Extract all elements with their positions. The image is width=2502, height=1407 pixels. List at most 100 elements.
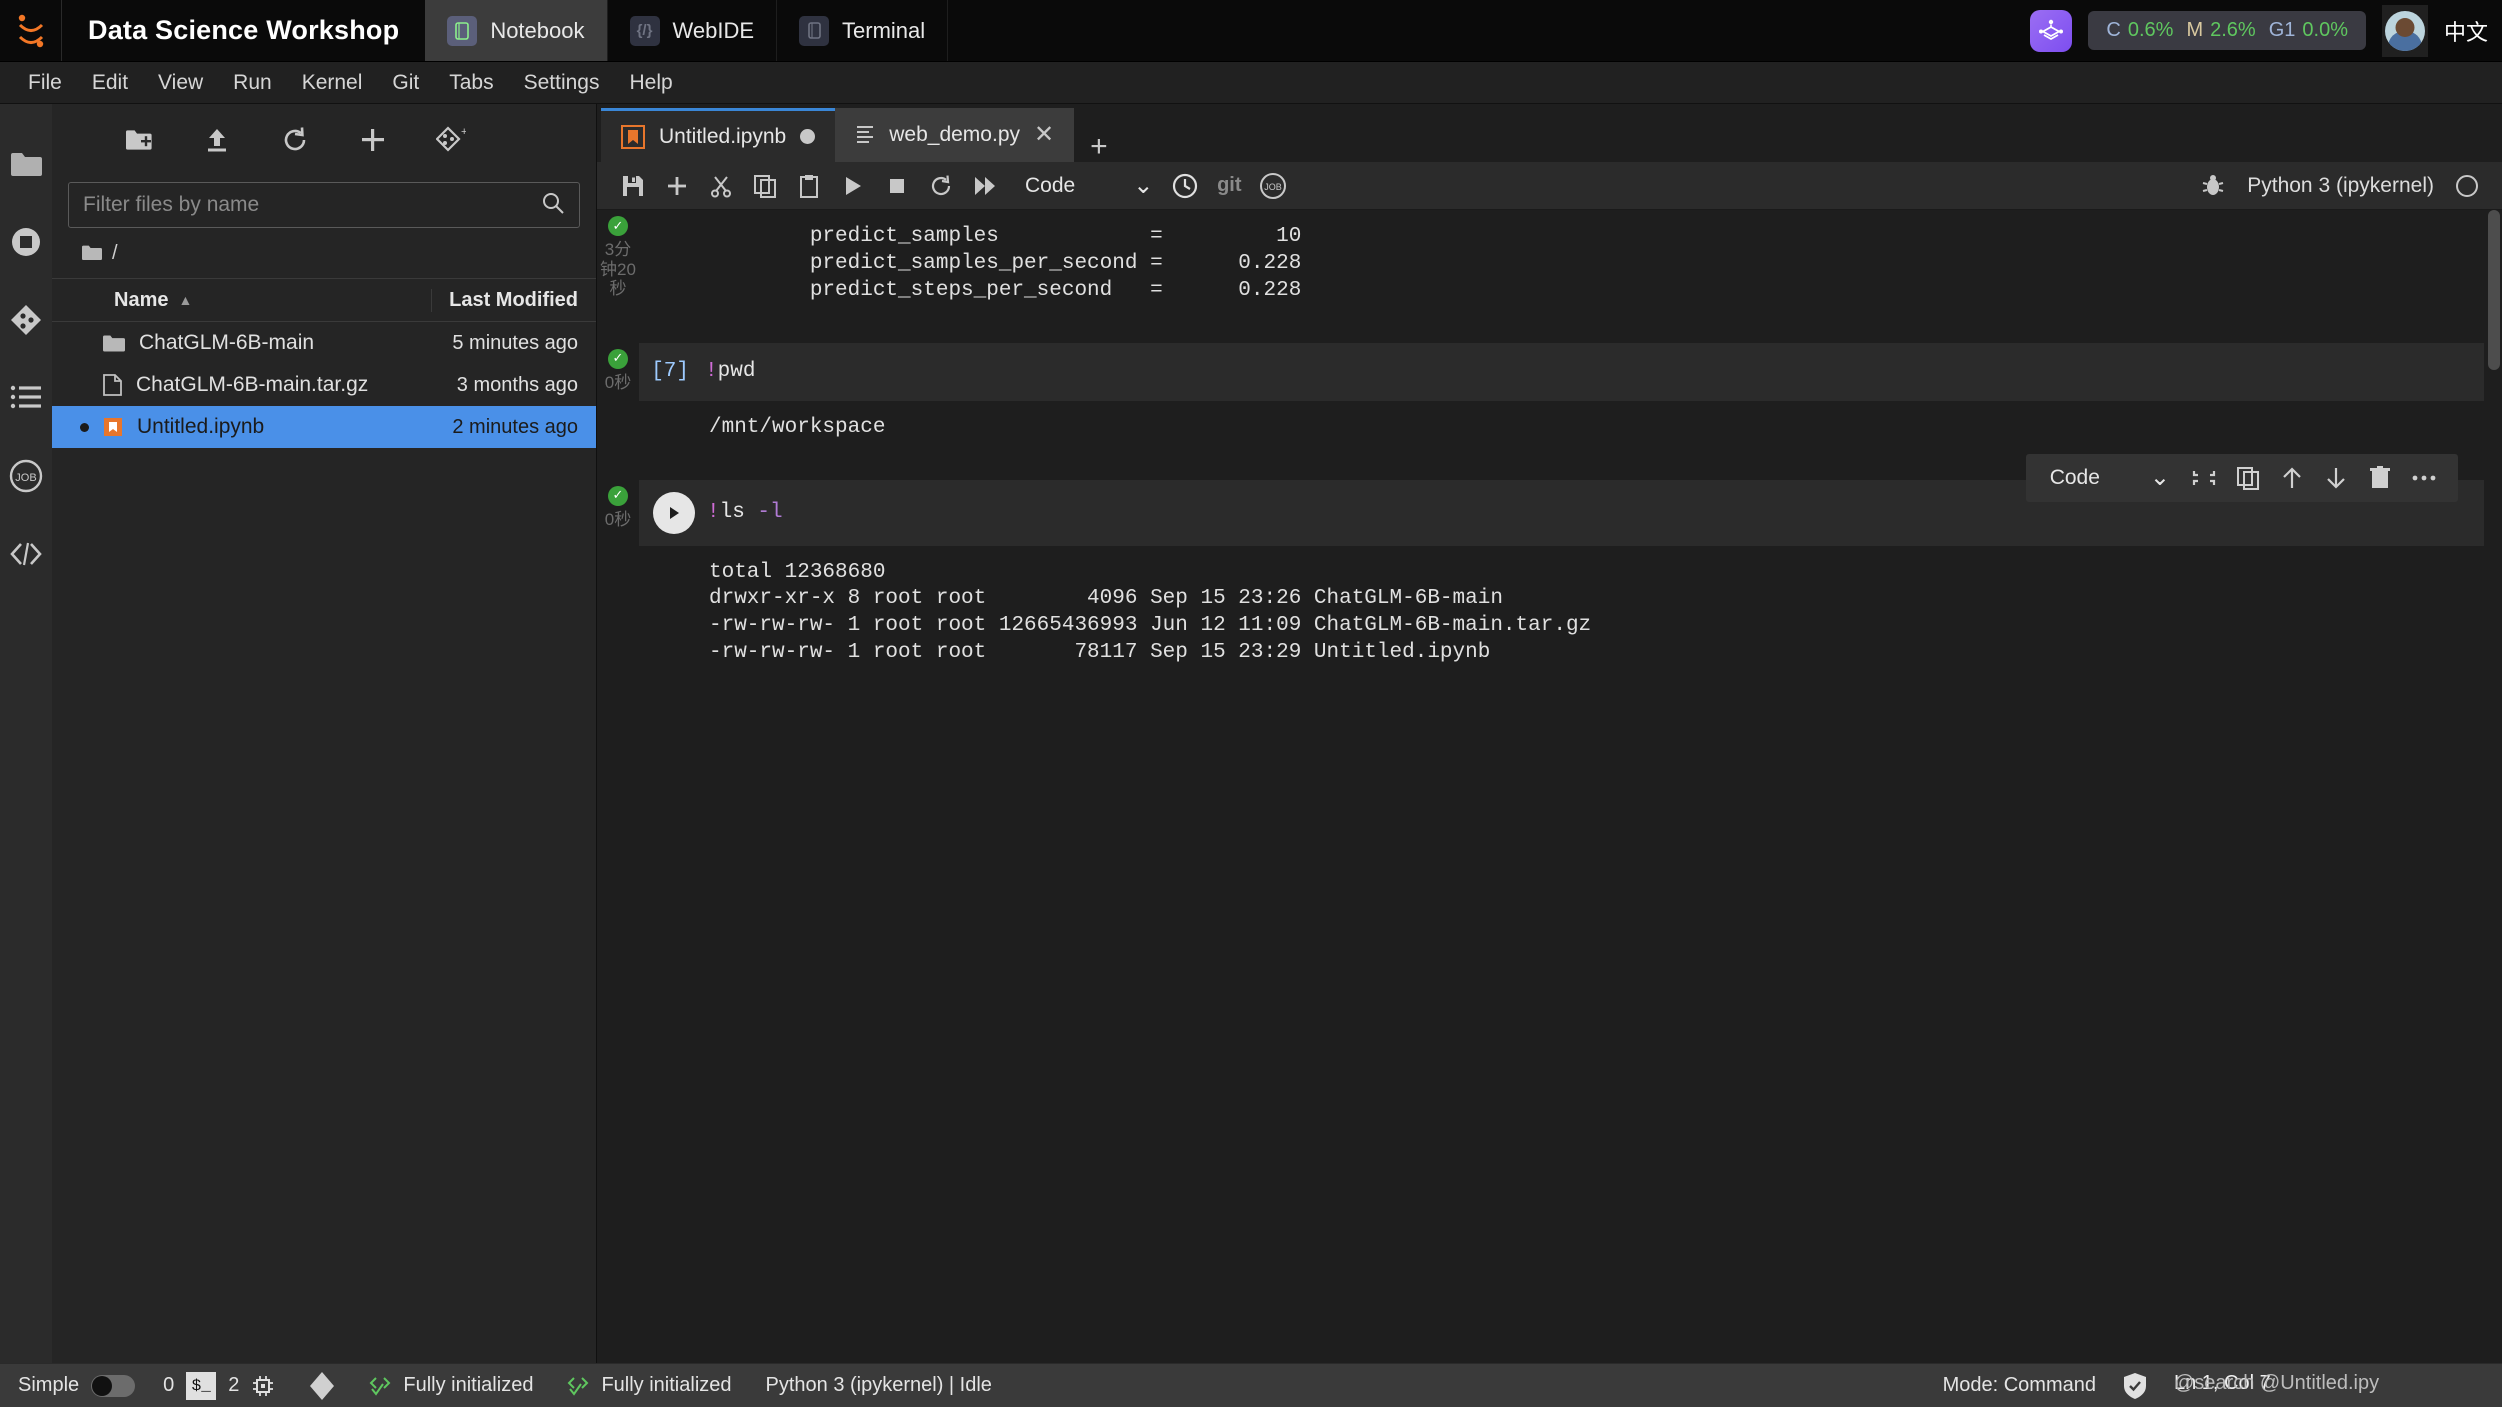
jupyterlab-window: Data Science Workshop Notebook {/} WebID… [0,0,2502,1407]
notebook-cell[interactable]: ✓ 3分钟20秒 predict_samples = 10 predict_sa… [597,210,2484,321]
jobs-toolbar-icon[interactable]: JOB [1251,166,1295,206]
cut-cells-button[interactable] [699,166,743,206]
restart-run-all-button[interactable] [963,166,1007,206]
run-cell-button[interactable] [831,166,875,206]
chip-icon[interactable] [251,1374,275,1398]
notebook-cell[interactable]: ✓ 0秒 [7] !pwd /mnt/workspace [597,342,2484,458]
running-terminals-icon[interactable] [4,220,48,264]
paste-cells-button[interactable] [787,166,831,206]
save-button[interactable] [611,166,655,206]
search-icon[interactable] [541,191,565,220]
menu-edit[interactable]: Edit [78,66,142,100]
notebook-toolbar-right: Python 3 (ipykernel) [2201,174,2502,198]
file-name: ChatGLM-6B-main [139,331,315,354]
cell-input[interactable]: [7] !pwd [639,342,2484,401]
execution-time-icon[interactable] [1163,166,1207,206]
git-status-icon[interactable] [309,1371,335,1401]
notebook-mode[interactable]: Mode: Command [1943,1374,2096,1397]
init-status-right[interactable]: Fully initialized [567,1374,732,1397]
notebook-cell-active[interactable]: ✓ 0秒 Code ⌄ !ls -l total 12368680 drwxr-… [597,453,2484,684]
notebook-scrollbar[interactable] [2484,210,2502,1363]
column-header-name[interactable]: Name ▲ [52,289,431,312]
restart-kernel-button[interactable] [919,166,963,206]
notebook-cells: ✓ 3分钟20秒 predict_samples = 10 predict_sa… [597,210,2484,1363]
mem-key: M [2186,19,2204,41]
refresh-icon[interactable] [278,123,312,157]
kernel-status[interactable]: Python 3 (ipykernel) | Idle [766,1374,992,1397]
list-item[interactable]: ChatGLM-6B-main.tar.gz 3 months ago [52,364,596,406]
move-cell-down-button[interactable] [2314,456,2358,500]
menu-tabs[interactable]: Tabs [435,66,507,100]
tab-modified-dot[interactable] [800,129,816,144]
cell-body: predict_samples = 10 predict_samples_per… [639,210,2484,321]
delete-cell-button[interactable] [2358,456,2402,500]
cell-body: Code ⌄ !ls -l total 12368680 drwxr-xr-x … [639,453,2484,684]
menu-run[interactable]: Run [219,66,286,100]
upload-icon[interactable] [200,123,234,157]
copy-cells-button[interactable] [743,166,787,206]
cell-source[interactable]: !ls -l [707,501,783,524]
search-input[interactable] [83,193,541,217]
cell-duration: 0秒 [604,509,632,529]
extension-manager-icon[interactable] [4,532,48,576]
interrupt-kernel-button[interactable] [875,166,919,206]
topnav-webide[interactable]: {/} WebIDE [608,0,778,61]
git-toolbar-icon[interactable]: git [1207,166,1251,206]
collapse-cell-button[interactable] [2182,456,2226,500]
menu-git[interactable]: Git [378,66,433,100]
tab-untitled-ipynb[interactable]: Untitled.ipynb [601,108,836,162]
celltype-dropdown[interactable]: Code ⌄ [1025,171,1153,200]
table-of-contents-icon[interactable] [4,376,48,420]
menu-settings[interactable]: Settings [510,66,614,100]
new-tab-button[interactable]: + [1074,132,1124,162]
insert-cell-button[interactable] [655,166,699,206]
terminal-count[interactable]: 0 $_ 2 [163,1371,275,1400]
avatar[interactable] [2381,4,2428,57]
tab-web-demo-py[interactable]: web_demo.py ✕ [835,108,1075,162]
topnav-notebook[interactable]: Notebook [425,0,608,61]
git-icon[interactable] [4,298,48,342]
column-header-modified[interactable]: Last Modified [431,288,596,312]
topnav-terminal[interactable]: Terminal [777,0,949,61]
cell-source-text: ls [719,501,758,524]
scrollbar-thumb[interactable] [2488,210,2500,370]
menu-help[interactable]: Help [616,66,687,100]
move-cell-up-button[interactable] [2270,456,2314,500]
list-item[interactable]: Untitled.ipynb 2 minutes ago [52,406,596,448]
kernel-name-label[interactable]: Python 3 (ipykernel) [2247,174,2434,198]
cell-source-flag: -l [757,501,783,524]
shell-bang: ! [707,501,720,524]
toggle-switch[interactable] [91,1374,136,1397]
simple-mode-toggle[interactable]: Simple [18,1374,136,1397]
kernel-idle-circle[interactable] [2456,174,2478,197]
terminal-icon [799,15,830,46]
svg-text:JOB: JOB [1265,182,1283,192]
more-options-button[interactable] [2402,456,2446,500]
cell-source[interactable]: !pwd [705,360,755,383]
breadcrumb[interactable]: / [52,228,596,278]
jupyter-logo-icon[interactable] [0,0,62,61]
menu-file[interactable]: File [14,66,76,100]
close-icon[interactable]: ✕ [1034,123,1054,147]
init-status-left[interactable]: Fully initialized [369,1374,533,1397]
menu-kernel[interactable]: Kernel [288,66,377,100]
topnav-label: WebIDE [672,17,755,43]
breadcrumb-path: / [112,241,118,264]
mem-value: 2.6% [2210,19,2256,41]
new-folder-icon[interactable] [122,123,156,157]
duplicate-cell-button[interactable] [2226,456,2270,500]
jobs-icon[interactable]: JOB [4,454,48,498]
new-launcher-icon[interactable] [356,123,390,157]
shield-check-icon[interactable] [2122,1372,2148,1400]
bug-icon[interactable] [2201,174,2225,198]
cube-badge-icon[interactable] [2030,9,2073,52]
filter-files-box[interactable] [68,182,580,228]
menu-view[interactable]: View [144,66,217,100]
cell-celltype-dropdown[interactable]: Code ⌄ [2038,463,2182,492]
git-clone-icon[interactable]: + [434,123,468,157]
list-item[interactable]: ChatGLM-6B-main 5 minutes ago [52,322,596,364]
play-circle-icon[interactable] [653,491,695,534]
file-browser-icon[interactable] [4,142,48,186]
resource-stats[interactable]: C 0.6% M 2.6% G1 0.0% [2088,11,2366,50]
